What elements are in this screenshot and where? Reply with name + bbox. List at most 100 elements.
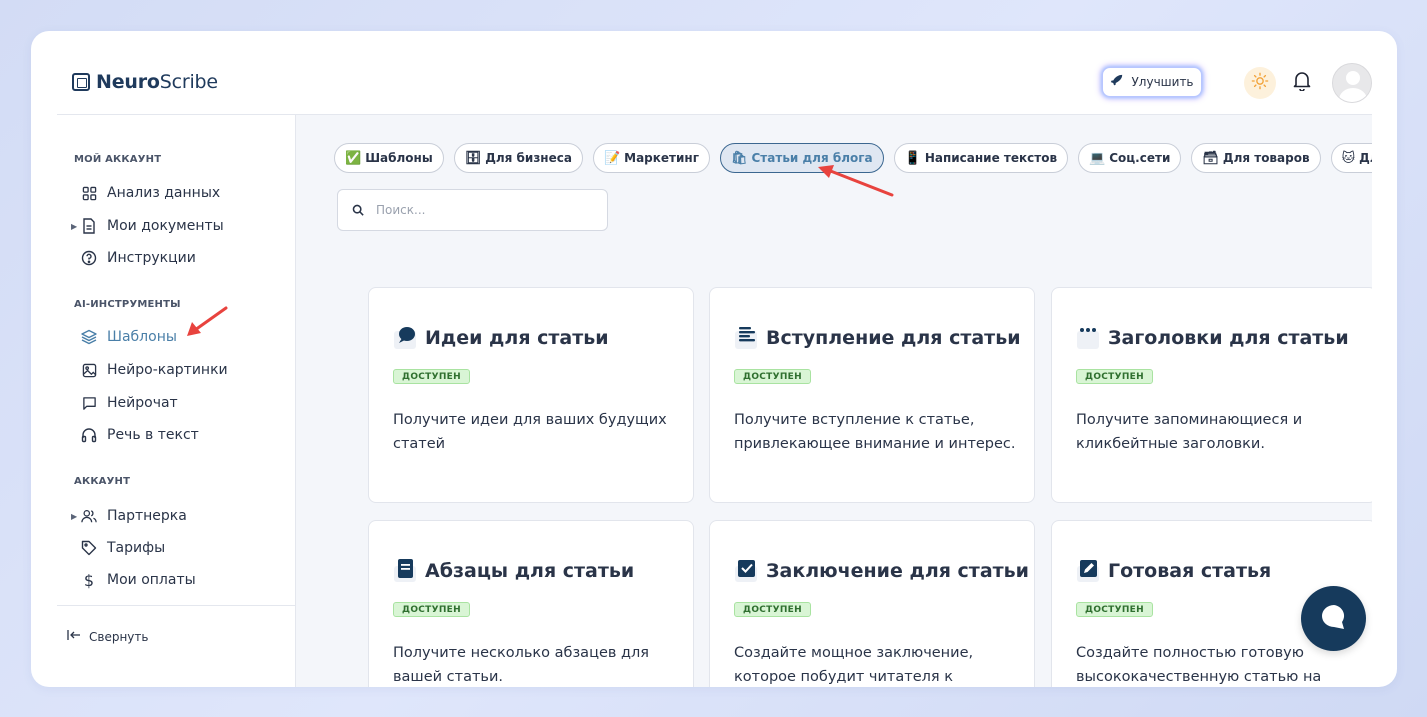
card-title: Заключение для статьи: [734, 557, 1029, 585]
chip-marketing[interactable]: 📝 Маркетинг: [592, 143, 710, 173]
template-card-intro[interactable]: Вступление для статьи ДОСТУПЕН Получите …: [709, 287, 1035, 503]
status-badge: ДОСТУПЕН: [1076, 602, 1153, 617]
logo-text: NeuroScribe: [96, 71, 218, 93]
support-chat-button[interactable]: [1301, 586, 1366, 651]
status-badge: ДОСТУПЕН: [393, 369, 470, 384]
message-square-icon: [81, 395, 97, 411]
card-description: Создайте полностью готовую высококачеств…: [1076, 645, 1322, 685]
template-card-ideas[interactable]: Идеи для статьи ДОСТУПЕН Получите идеи д…: [368, 287, 694, 503]
search-input[interactable]: [376, 203, 596, 217]
chip-website[interactable]: 🐱Для сайта: [1330, 143, 1372, 173]
cat-face-icon: 🐱: [1341, 150, 1356, 166]
dots-icon: [1076, 324, 1100, 352]
logo[interactable]: NeuroScribe: [72, 71, 218, 93]
sidebar-divider: [57, 605, 296, 606]
status-badge: ДОСТУПЕН: [734, 369, 811, 384]
sidebar-item-images[interactable]: Нейро-картинки: [81, 358, 228, 382]
collapse-left-icon: [67, 629, 81, 644]
sun-icon: [1251, 72, 1269, 94]
sidebar-item-documents[interactable]: Мои документы: [81, 214, 224, 238]
sidebar-item-label: Речь в текст: [107, 427, 199, 443]
sidebar-section-my-account: МОЙ АККАУНТ: [74, 154, 162, 165]
chip-templates[interactable]: ✅ Шаблоны: [334, 143, 444, 173]
help-circle-icon: [81, 250, 97, 266]
card-title: Идеи для статьи: [393, 324, 609, 352]
caret-right-icon[interactable]: ▶: [71, 512, 77, 521]
card-description: Получите несколько абзацев для вашей ста…: [393, 645, 650, 685]
caret-right-icon[interactable]: ▶: [71, 222, 77, 231]
chip-label: Маркетинг: [624, 151, 699, 165]
sidebar-item-templates[interactable]: Шаблоны: [81, 325, 177, 349]
app-window: NeuroScribe Улучшить МОЙ АККАУНТ Анализ …: [31, 31, 1397, 687]
status-badge: ДОСТУПЕН: [393, 602, 470, 617]
sidebar-item-label: Инструкции: [107, 250, 196, 266]
chip-copywriting[interactable]: 📱 Написание текстов: [893, 143, 1069, 173]
chip-label: Для товаров: [1222, 151, 1310, 165]
sidebar-item-label: Шаблоны: [107, 329, 177, 345]
top-header: NeuroScribe Улучшить: [57, 31, 1372, 115]
sidebar-item-tariffs[interactable]: Тарифы: [81, 536, 165, 560]
card-title: Абзацы для статьи: [393, 557, 634, 585]
cabinet-icon: 🗄: [464, 150, 482, 166]
grid-icon: [81, 185, 97, 201]
template-card-conclusion[interactable]: Заключение для статьи ДОСТУПЕН Создайте …: [709, 520, 1035, 687]
collapse-label: Свернуть: [89, 629, 149, 644]
sidebar-item-label: Партнерка: [107, 508, 187, 524]
sidebar-item-speech[interactable]: Речь в текст: [81, 423, 199, 447]
notifications-button[interactable]: [1291, 71, 1313, 95]
layers-icon: [81, 329, 97, 345]
sidebar-item-instructions[interactable]: Инструкции: [81, 246, 196, 270]
book-icon: [393, 557, 417, 585]
sidebar-item-payments[interactable]: $ Мои оплаты: [81, 568, 196, 592]
status-badge: ДОСТУПЕН: [1076, 369, 1153, 384]
phone-icon: 📱: [904, 150, 921, 166]
card-title-text: Вступление для статьи: [766, 327, 1021, 349]
card-title: Готовая статья: [1076, 557, 1271, 585]
text-align-icon: [734, 324, 758, 352]
logo-icon: [72, 73, 90, 91]
template-card-headlines[interactable]: Заголовки для статьи ДОСТУПЕН Получите з…: [1051, 287, 1372, 503]
theme-toggle-button[interactable]: [1244, 67, 1276, 99]
chip-business[interactable]: 🗄 Для бизнеса: [453, 143, 583, 173]
card-title-text: Идеи для статьи: [425, 327, 609, 349]
chip-label: Шаблоны: [365, 151, 433, 165]
card-box-icon: 🗃: [1202, 150, 1219, 166]
card-description: Получите идеи для ваших будущих статей: [393, 412, 667, 452]
card-title-text: Абзацы для статьи: [425, 560, 635, 582]
card-title: Вступление для статьи: [734, 324, 1021, 352]
card-title-text: Заключение для статьи: [766, 560, 1029, 582]
sidebar-item-partner[interactable]: Партнерка: [81, 504, 187, 528]
category-chips: ✅ Шаблоны 🗄 Для бизнеса 📝 Маркетинг 🛍 Статьи…: [334, 143, 1372, 173]
chat-bubble-icon: [1318, 601, 1350, 637]
rocket-icon: [1110, 74, 1123, 91]
card-description: Получите вступление к статье, привлекающ…: [734, 412, 1016, 452]
check-square-icon: [734, 557, 758, 585]
card-description: Получите запоминающиеся и кликбейтные за…: [1076, 412, 1303, 452]
bell-icon: [1293, 71, 1311, 95]
users-icon: [81, 508, 97, 524]
search-box[interactable]: [337, 189, 608, 231]
headphones-icon: [81, 427, 97, 443]
sidebar-item-analytics[interactable]: Анализ данных: [81, 181, 220, 205]
search-icon: [352, 201, 364, 220]
upgrade-button[interactable]: Улучшить: [1102, 67, 1202, 97]
chip-social[interactable]: 💻 Соц.сети: [1078, 143, 1182, 173]
sidebar-item-chat[interactable]: Нейрочат: [81, 391, 178, 415]
shopping-bags-icon: 🛍: [730, 150, 748, 166]
tag-icon: [81, 540, 97, 556]
avatar[interactable]: [1332, 63, 1372, 103]
chip-label: Для бизнеса: [485, 151, 572, 165]
document-icon: [81, 218, 97, 234]
upgrade-label: Улучшить: [1131, 75, 1194, 89]
main-content: ✅ Шаблоны 🗄 Для бизнеса 📝 Маркетинг 🛍 Статьи…: [296, 115, 1372, 687]
checkbox-icon: ✅: [345, 150, 362, 166]
speech-bubble-icon: [393, 324, 417, 352]
chip-label: Написание текстов: [924, 151, 1058, 165]
chip-blog-articles[interactable]: 🛍 Статьи для блога: [719, 143, 884, 173]
collapse-sidebar-button[interactable]: Свернуть: [67, 629, 148, 644]
chip-label: Статьи для блога: [751, 151, 873, 165]
card-title-text: Заголовки для статьи: [1108, 327, 1349, 349]
template-card-paragraphs[interactable]: Абзацы для статьи ДОСТУПЕН Получите неск…: [368, 520, 694, 687]
chip-label: Соц.сети: [1109, 151, 1171, 165]
chip-products[interactable]: 🗃 Для товаров: [1191, 143, 1321, 173]
